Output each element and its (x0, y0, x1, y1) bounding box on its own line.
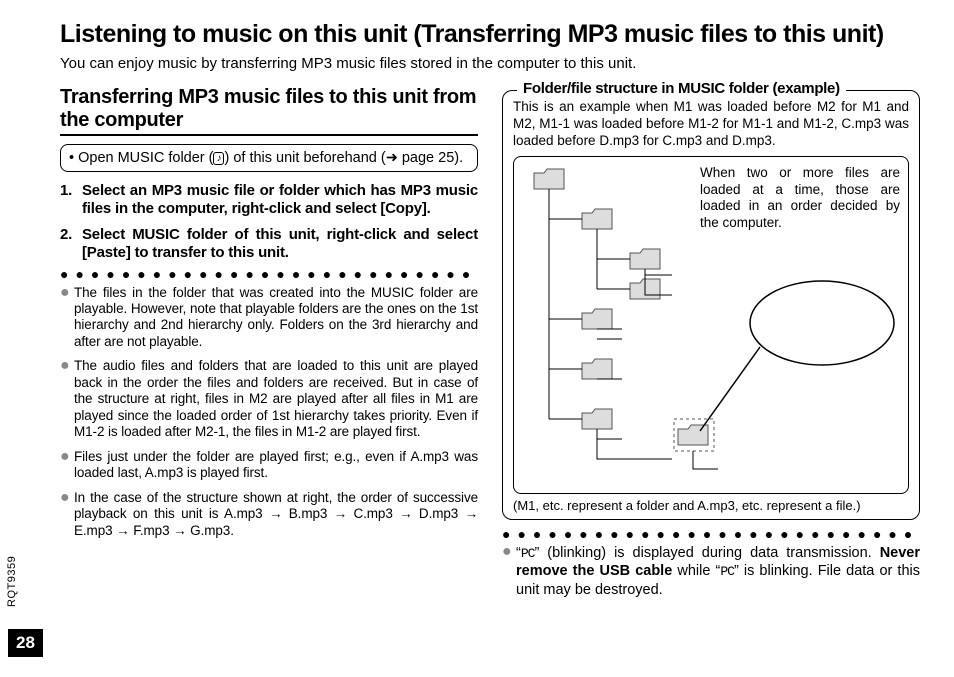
bullet-icon: ● (502, 544, 516, 599)
note-item: ●The audio files and folders that are lo… (60, 358, 478, 440)
doc-id-label: RQT9359 (6, 556, 18, 607)
step-1: 1. Select an MP3 music file or folder wh… (60, 182, 478, 218)
step-text: Select an MP3 music file or folder which… (82, 182, 478, 218)
bullet-icon: ● (60, 285, 74, 351)
t: ” (blinking) is displayed during data tr… (534, 545, 879, 561)
bullet-icon: ● (60, 449, 74, 482)
pc-display-glyph: PC (521, 546, 535, 561)
dotted-separator: ●●●●●●●●●●●●●●●●●●●●●●●●●●●●●● (502, 530, 920, 538)
note-text: The audio files and folders that are loa… (74, 358, 478, 440)
usb-warning-text: “PC” (blinking) is displayed during data… (516, 544, 920, 599)
bullet-icon: ● (60, 490, 74, 539)
notes-list: ●The files in the folder that was create… (60, 285, 478, 540)
page-number: 28 (8, 629, 43, 657)
bullet-icon: ● (60, 358, 74, 440)
panel-legend: Folder/file structure in MUSIC folder (e… (517, 80, 846, 97)
music-note-icon: ♪ (213, 152, 224, 165)
step-number: 1. (60, 182, 82, 218)
folder-tree-diagram (522, 163, 902, 485)
step-number: 2. (60, 226, 82, 262)
example-intro: This is an example when M1 was loaded be… (513, 99, 909, 150)
page-intro: You can enjoy music by transferring MP3 … (60, 55, 934, 72)
note-item: ●In the case of the structure shown at r… (60, 490, 478, 539)
diagram-caption: (M1, etc. represent a folder and A.mp3, … (513, 498, 909, 513)
step-text: Select MUSIC folder of this unit, right-… (82, 226, 478, 262)
steps-list: 1. Select an MP3 music file or folder wh… (60, 182, 478, 262)
open-folder-pre: • Open MUSIC folder ( (69, 150, 213, 166)
dotted-separator: ●●●●●●●●●●●●●●●●●●●●●●●●●●●●●● (60, 270, 478, 278)
step-2: 2. Select MUSIC folder of this unit, rig… (60, 226, 478, 262)
pc-display-glyph: PC (720, 564, 734, 579)
note-text: Files just under the folder are played f… (74, 449, 478, 482)
note-text: In the case of the structure shown at ri… (74, 490, 478, 539)
section-heading: Transferring MP3 music files to this uni… (60, 86, 478, 136)
open-folder-note: • Open MUSIC folder (♪) of this unit bef… (60, 144, 478, 172)
note-text: The files in the folder that was created… (74, 285, 478, 351)
t: while “ (672, 563, 720, 579)
usb-warning-note: ● “PC” (blinking) is displayed during da… (502, 544, 920, 599)
left-column: Transferring MP3 music files to this uni… (60, 86, 478, 599)
note-item: ●Files just under the folder are played … (60, 449, 478, 482)
right-column: Folder/file structure in MUSIC folder (e… (502, 86, 920, 599)
folder-structure-panel: Folder/file structure in MUSIC folder (e… (502, 90, 920, 520)
page-title: Listening to music on this unit (Transfe… (60, 20, 934, 49)
tree-diagram-box: When two or more files are loaded at a t… (513, 156, 909, 494)
note-item: ●The files in the folder that was create… (60, 285, 478, 351)
open-folder-post: ) of this unit beforehand (➜ page 25). (224, 150, 463, 166)
